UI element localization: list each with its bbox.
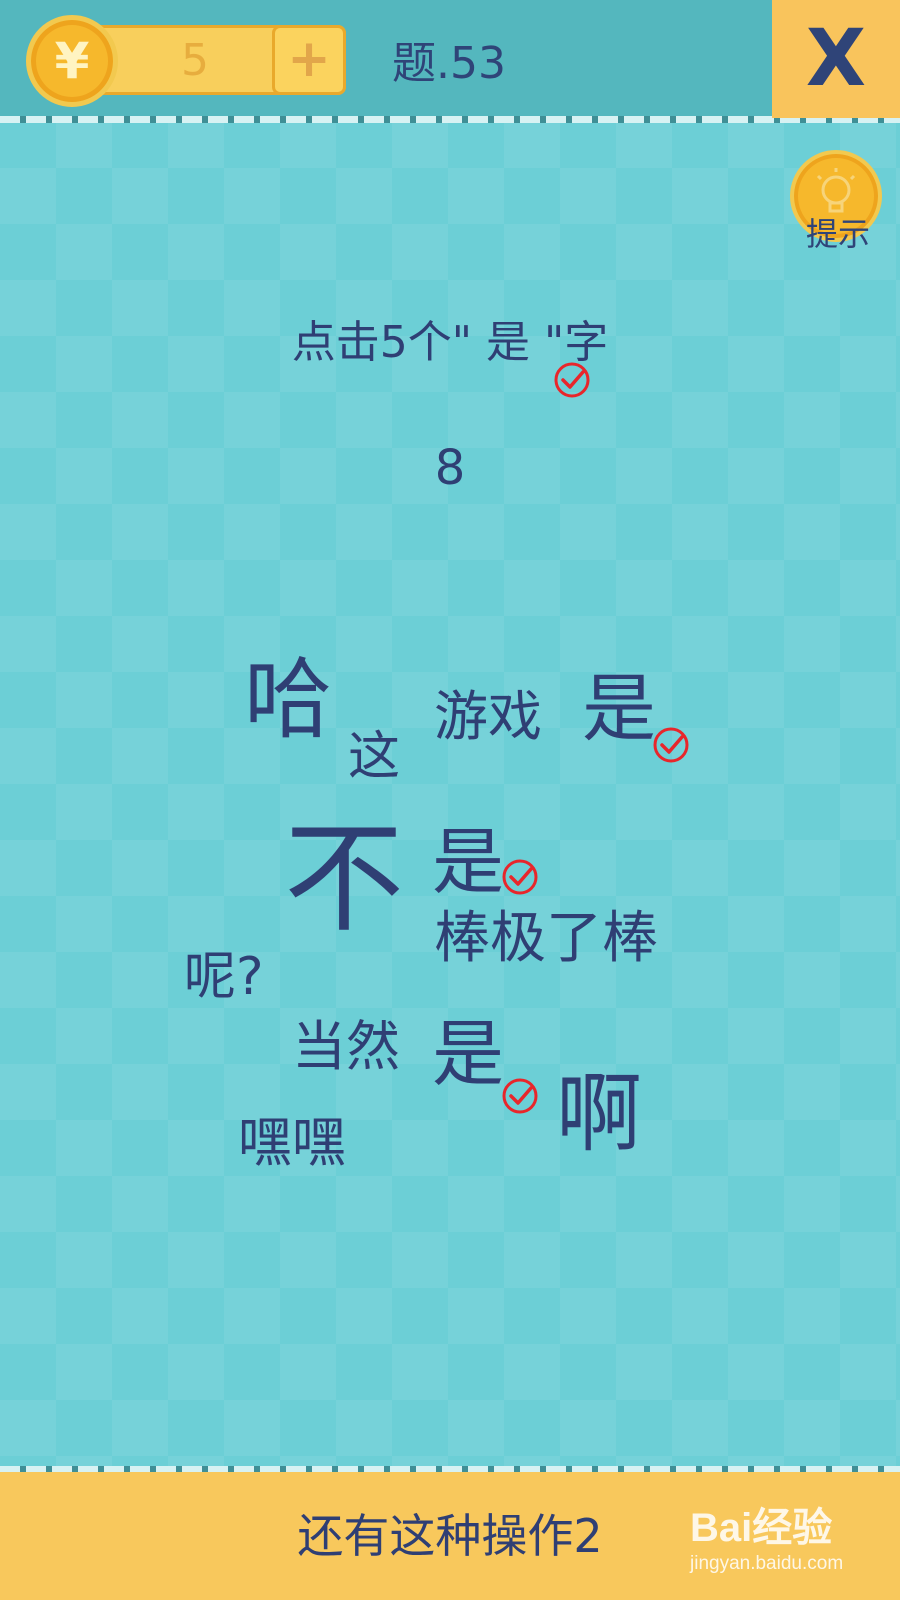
coin-icon: ¥ [26, 15, 118, 107]
watermark: Bai经验 jingyan.baidu.com [690, 1500, 890, 1590]
level-title: 题.53 [392, 38, 506, 89]
check-icon [653, 727, 689, 763]
coin-count: 5 [181, 35, 209, 86]
word-dangran[interactable]: 当然 [292, 1016, 400, 1078]
game-screen: 5 + ¥ 题.53 X 提示 点击5个" 是 "字 8 哈 这 游戏 是 不 … [0, 0, 900, 1600]
question-text: 点击5个" 是 "字 [291, 317, 609, 368]
plus-icon: + [287, 29, 331, 89]
word-bu[interactable]: 不 [284, 814, 404, 946]
counter-number: 8 [434, 440, 466, 496]
watermark-url: jingyan.baidu.com [690, 1553, 844, 1574]
watermark-brand: Bai经验 [690, 1506, 833, 1550]
word-bangjilebang[interactable]: 棒极了棒 [434, 906, 658, 972]
word-shi-1[interactable]: 是 [582, 666, 656, 752]
word-ne[interactable]: 呢? [184, 946, 264, 1008]
word-shi-2[interactable]: 是 [432, 820, 504, 904]
hint-button[interactable]: 提示 [786, 150, 890, 260]
word-zhe[interactable]: 这 [348, 726, 400, 788]
yen-icon: ¥ [54, 32, 90, 90]
check-icon [502, 1078, 538, 1114]
word-youxi[interactable]: 游戏 [434, 686, 542, 748]
close-button[interactable]: X [772, 0, 900, 118]
check-icon [502, 859, 538, 895]
add-coins-button[interactable]: + [272, 25, 346, 95]
word-heihei[interactable]: 嘿嘿 [238, 1112, 346, 1174]
word-ha[interactable]: 哈 [244, 650, 332, 750]
check-icon [554, 362, 590, 398]
word-shi-3[interactable]: 是 [432, 1012, 504, 1096]
word-a[interactable]: 啊 [556, 1066, 642, 1162]
close-icon: X [805, 14, 867, 104]
hint-label: 提示 [805, 215, 870, 253]
top-divider [0, 116, 900, 123]
